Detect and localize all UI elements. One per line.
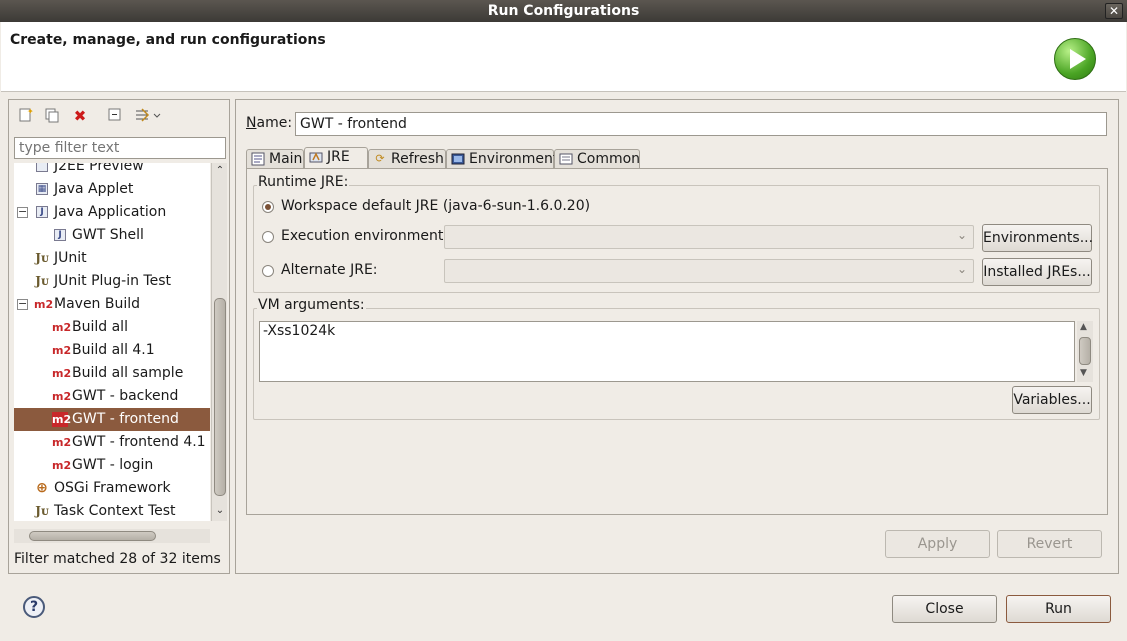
- tree-item-gwt-frontend[interactable]: m2 GWT - frontend: [14, 408, 210, 431]
- execution-env-select[interactable]: ⌄: [444, 225, 974, 249]
- tree-item-j2ee-preview[interactable]: J2EE Preview: [14, 163, 210, 178]
- common-icon: [559, 152, 573, 166]
- window-titlebar: Run Configurations ✕: [0, 0, 1127, 22]
- tree-item-java-applet[interactable]: ▦ Java Applet: [14, 178, 210, 201]
- tab-environment[interactable]: Environment: [446, 149, 558, 169]
- vm-args-scrollbar[interactable]: ▲ ▼: [1077, 321, 1093, 382]
- refresh-icon: ⟳: [375, 152, 385, 165]
- tree-item-gwt-frontend-4-1[interactable]: m2 GWT - frontend 4.1: [14, 431, 210, 454]
- collapse-icon[interactable]: −: [17, 298, 28, 310]
- page-title: Create, manage, and run configurations: [10, 32, 326, 48]
- m2-icon: m2: [52, 367, 72, 380]
- filter-menu-icon[interactable]: [133, 107, 163, 125]
- config-toolbar: ✦ ✖: [9, 100, 229, 132]
- duplicate-icon[interactable]: [43, 107, 61, 125]
- close-button[interactable]: Close: [892, 595, 997, 623]
- alternate-jre-radio[interactable]: [262, 265, 274, 277]
- name-input[interactable]: [295, 112, 1107, 136]
- collapse-icon[interactable]: −: [17, 206, 28, 218]
- execution-env-radio[interactable]: [262, 231, 274, 243]
- alternate-jre-select[interactable]: ⌄: [444, 259, 974, 283]
- tree-item-junit[interactable]: Jᴜ JUnit: [14, 247, 210, 270]
- tree-item-osgi-framework[interactable]: ⊕ OSGi Framework: [14, 477, 210, 500]
- vm-args-title: VM arguments:: [257, 297, 366, 313]
- run-banner-icon: [1054, 38, 1096, 80]
- junit-icon: Jᴜ: [35, 251, 49, 265]
- config-tree: J2EE Preview ▦ Java Applet − J Java Appl…: [14, 163, 210, 521]
- tree-item-gwt-login[interactable]: m2 GWT - login: [14, 454, 210, 477]
- revert-button[interactable]: Revert: [997, 530, 1102, 558]
- osgi-icon: ⊕: [36, 480, 48, 496]
- tree-item-gwt-shell[interactable]: J GWT Shell: [14, 224, 210, 247]
- tree-item-build-all-4-1[interactable]: m2 Build all 4.1: [14, 339, 210, 362]
- junit-plugin-icon: Jᴜ: [35, 274, 49, 288]
- chevron-down-icon: ⌄: [956, 262, 967, 276]
- tree-item-java-application[interactable]: − J Java Application: [14, 201, 210, 224]
- scroll-down-icon[interactable]: ⌄: [214, 505, 226, 519]
- launch-config-panel: ✦ ✖ J2EE Preview ▦ Java Applet − J Java …: [8, 99, 230, 574]
- jre-tab-content: Runtime JRE: Workspace default JRE (java…: [246, 168, 1108, 515]
- environments-button[interactable]: Environments...: [982, 224, 1093, 252]
- tree-item-maven-build[interactable]: − m2 Maven Build: [14, 293, 210, 316]
- variables-button[interactable]: Variables...: [1012, 386, 1092, 414]
- tree-item-junit-plugin-test[interactable]: Jᴜ JUnit Plug-in Test: [14, 270, 210, 293]
- hscroll-thumb[interactable]: [29, 531, 156, 541]
- apply-button[interactable]: Apply: [885, 530, 990, 558]
- svg-text:✦: ✦: [27, 107, 33, 116]
- jre-tab-icon: [309, 150, 323, 164]
- tree-item-build-all[interactable]: m2 Build all: [14, 316, 210, 339]
- window-title: Run Configurations: [487, 3, 640, 19]
- workspace-jre-label: Workspace default JRE (java-6-sun-1.6.0.…: [281, 198, 591, 214]
- java-file-icon: J: [54, 229, 66, 241]
- main-tab-icon: [251, 152, 265, 166]
- m2-icon: m2: [34, 298, 54, 311]
- scroll-up-icon[interactable]: ▲: [1080, 322, 1087, 332]
- collapse-all-icon[interactable]: [106, 107, 124, 125]
- vm-args-textarea[interactable]: -Xss1024k: [259, 321, 1075, 382]
- installed-jres-button[interactable]: Installed JREs...: [982, 258, 1092, 286]
- filter-status: Filter matched 28 of 32 items: [14, 551, 221, 567]
- tab-common[interactable]: Common: [554, 149, 640, 169]
- m2-icon: m2: [52, 412, 72, 427]
- execution-env-label: Execution environment:: [281, 228, 449, 244]
- close-icon[interactable]: ✕: [1105, 3, 1123, 19]
- tree-item-task-context-test[interactable]: Jᴜ Task Context Test: [14, 500, 210, 521]
- tree-vertical-scrollbar[interactable]: ⌃ ⌄: [211, 163, 227, 521]
- filter-input[interactable]: [14, 137, 226, 159]
- java-app-icon: J: [36, 206, 48, 218]
- environment-icon: [451, 152, 465, 166]
- applet-icon: ▦: [36, 183, 48, 195]
- m2-icon: m2: [52, 321, 72, 334]
- junit-task-icon: Jᴜ: [35, 504, 49, 518]
- m2-icon: m2: [52, 459, 72, 472]
- runtime-jre-title: Runtime JRE:: [257, 174, 350, 190]
- tab-jre[interactable]: JRE: [304, 147, 368, 169]
- tree-item-gwt-backend[interactable]: m2 GWT - backend: [14, 385, 210, 408]
- delete-icon[interactable]: ✖: [71, 107, 89, 125]
- j2ee-icon: [36, 163, 48, 172]
- tab-main[interactable]: Main: [246, 149, 304, 169]
- run-button[interactable]: Run: [1006, 595, 1111, 623]
- help-icon[interactable]: ?: [23, 596, 45, 618]
- config-editor: Name: Main JRE ⟳ Refresh Environment Com…: [235, 99, 1119, 574]
- tree-horizontal-scrollbar[interactable]: [14, 529, 210, 543]
- scroll-thumb[interactable]: [1079, 337, 1091, 365]
- tree-item-build-all-sample[interactable]: m2 Build all sample: [14, 362, 210, 385]
- scroll-thumb[interactable]: [214, 298, 226, 496]
- workspace-jre-radio[interactable]: [262, 201, 274, 213]
- chevron-down-icon: ⌄: [956, 228, 967, 242]
- alternate-jre-label: Alternate JRE:: [281, 262, 378, 278]
- name-label: Name:: [246, 115, 293, 131]
- dialog-header: Create, manage, and run configurations: [1, 22, 1126, 92]
- tab-refresh[interactable]: ⟳ Refresh: [368, 149, 446, 169]
- scroll-up-icon[interactable]: ⌃: [214, 165, 226, 179]
- scroll-down-icon[interactable]: ▼: [1080, 368, 1087, 378]
- m2-icon: m2: [52, 390, 72, 403]
- m2-icon: m2: [52, 344, 72, 357]
- m2-icon: m2: [52, 436, 72, 449]
- new-config-icon[interactable]: ✦: [16, 107, 34, 125]
